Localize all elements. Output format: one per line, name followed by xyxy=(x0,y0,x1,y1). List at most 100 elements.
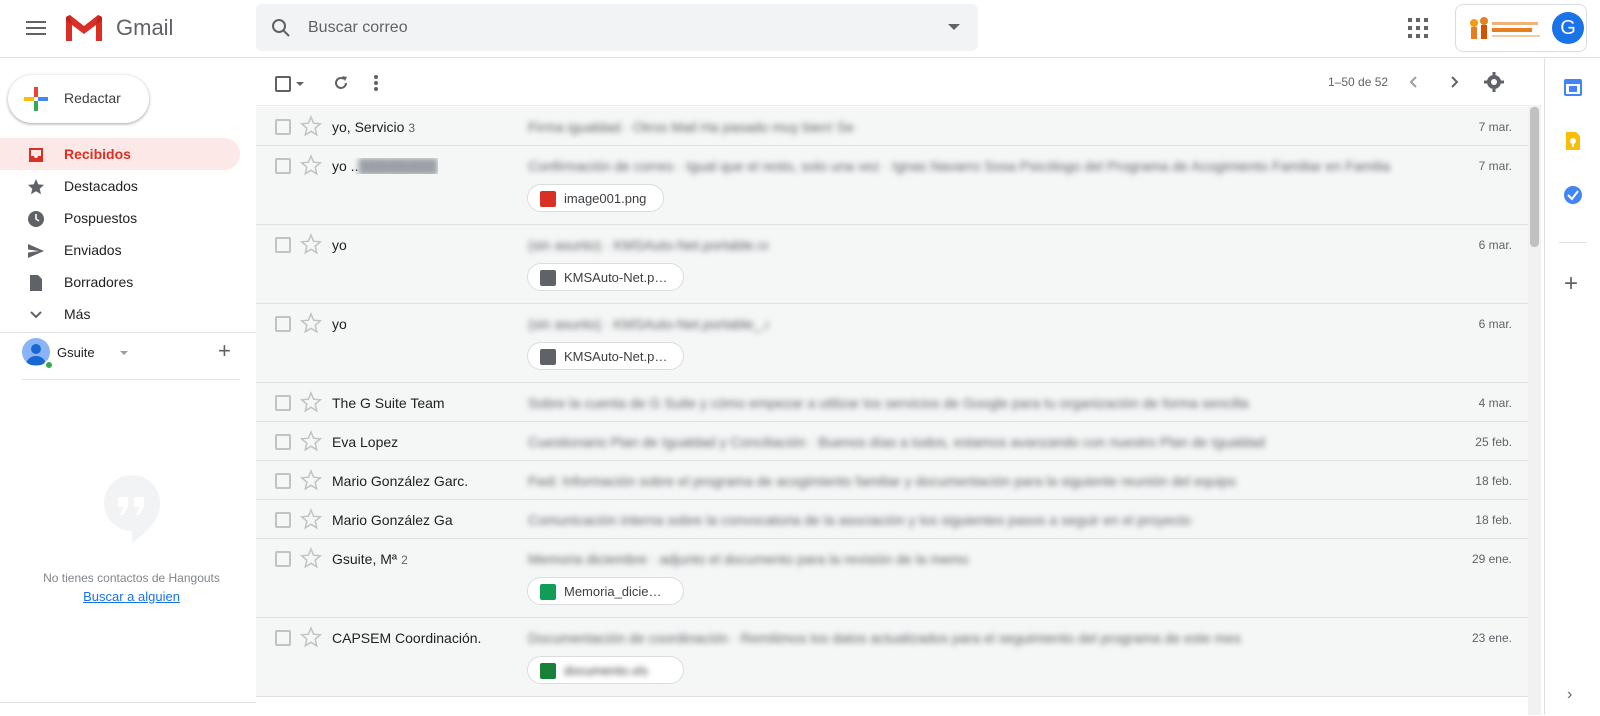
email-list: yo, Servicio 3 Firma igualdad · Otros Mai… xyxy=(256,107,1528,697)
google-apps-icon[interactable] xyxy=(1408,18,1428,38)
account-dropdown-icon[interactable] xyxy=(120,351,128,355)
add-addon-icon[interactable]: + xyxy=(1564,270,1578,298)
sender-name: yo, Servicio xyxy=(332,119,405,135)
email-snippet: Confirmación de correo · Igual que el re… xyxy=(528,158,1391,174)
online-status-icon xyxy=(44,360,54,370)
mail-list-scrollbar[interactable] xyxy=(1528,105,1541,715)
sender-name: yo .. xyxy=(332,158,359,174)
sidebar-item-drafts[interactable]: Borradores xyxy=(0,266,240,298)
email-checkbox[interactable] xyxy=(275,395,291,411)
email-snippet: Fwd: Información sobre el programa de ac… xyxy=(528,473,1237,489)
archive-file-icon xyxy=(540,270,556,286)
email-sender: yo ..████████ xyxy=(332,158,438,174)
email-date: 29 ene. xyxy=(1471,552,1512,566)
main-menu-button[interactable] xyxy=(20,14,52,42)
sidebar-item-label: Borradores xyxy=(64,274,134,290)
star-outline-icon[interactable] xyxy=(300,312,322,334)
user-avatar[interactable]: G xyxy=(1552,12,1584,44)
email-snippet: Memoria diciembre · adjunto el documento… xyxy=(528,551,968,567)
email-sender: yo xyxy=(332,316,347,332)
star-outline-icon[interactable] xyxy=(300,547,322,569)
sidebar-item-starred[interactable]: Destacados xyxy=(0,170,240,202)
email-row[interactable]: yo (sin asunto) · KMSAuto-Net.portable.r… xyxy=(256,225,1528,304)
email-checkbox[interactable] xyxy=(275,237,291,253)
top-bar: Gmail G xyxy=(0,0,1600,58)
hangouts-icon xyxy=(104,475,160,543)
search-bar[interactable] xyxy=(256,4,978,51)
attachment-chip[interactable]: image001.png xyxy=(527,184,664,212)
sidebar-item-label: Destacados xyxy=(64,178,138,194)
email-sender: Gsuite, Mª 2 xyxy=(332,551,408,567)
sender-name: Gsuite, Mª xyxy=(332,551,398,567)
tasks-icon[interactable] xyxy=(1562,184,1584,206)
email-checkbox[interactable] xyxy=(275,434,291,450)
email-snippet: Comunicación interna sobre la convocator… xyxy=(528,512,1192,528)
attachment-chip[interactable]: KMSAuto-Net.p… xyxy=(527,263,684,291)
compose-label: Redactar xyxy=(64,90,121,106)
scrollbar-thumb[interactable] xyxy=(1530,107,1539,247)
compose-button[interactable]: Redactar xyxy=(8,75,149,123)
email-checkbox[interactable] xyxy=(275,119,291,135)
add-contact-icon[interactable]: + xyxy=(218,338,231,364)
side-panel-divider xyxy=(1559,242,1587,243)
star-outline-icon[interactable] xyxy=(300,391,322,413)
email-checkbox[interactable] xyxy=(275,158,291,174)
select-all-checkbox[interactable] xyxy=(275,76,291,92)
email-date: 25 feb. xyxy=(1475,435,1512,449)
chevron-left-icon[interactable] xyxy=(1406,74,1422,90)
chevron-right-icon[interactable]: › xyxy=(1567,686,1572,704)
email-row[interactable]: Mario González Garc. Fwd: Información so… xyxy=(256,461,1528,500)
email-row[interactable]: Gsuite, Mª 2 Memoria diciembre · adjunto … xyxy=(256,539,1528,618)
pagination-text: 1–50 de 52 xyxy=(1328,75,1389,89)
chevron-right-icon[interactable] xyxy=(1446,74,1462,90)
gear-icon[interactable] xyxy=(1484,72,1504,92)
find-someone-link[interactable]: Buscar a alguien xyxy=(0,589,263,604)
email-row[interactable]: yo ..████████ Confirmación de correo · I… xyxy=(256,146,1528,225)
email-checkbox[interactable] xyxy=(275,630,291,646)
attachment-chip[interactable]: Memoria_dicie… xyxy=(527,577,684,605)
email-row[interactable]: Eva Lopez Cuestionario Plan de Igualdad … xyxy=(256,422,1528,461)
email-checkbox[interactable] xyxy=(275,512,291,528)
sidebar-item-label: Recibidos xyxy=(64,146,131,162)
account-switcher[interactable]: G xyxy=(1455,4,1587,52)
email-sender: The G Suite Team xyxy=(332,395,445,411)
select-options-dropdown-icon[interactable] xyxy=(296,82,304,86)
star-outline-icon[interactable] xyxy=(300,508,322,530)
email-checkbox[interactable] xyxy=(275,473,291,489)
attachment-chip[interactable]: documento.xls xyxy=(527,656,684,684)
sidebar-item-more[interactable]: Más xyxy=(0,298,240,330)
attachment-name: KMSAuto-Net.p… xyxy=(564,270,668,285)
sidebar-item-inbox[interactable]: Recibidos xyxy=(0,138,240,170)
gmail-logo-icon[interactable] xyxy=(64,13,104,43)
star-outline-icon[interactable] xyxy=(300,626,322,648)
sidebar-item-sent[interactable]: Enviados xyxy=(0,234,240,266)
star-outline-icon[interactable] xyxy=(300,115,322,137)
email-checkbox[interactable] xyxy=(275,316,291,332)
more-options-icon[interactable] xyxy=(374,74,378,92)
star-outline-icon[interactable] xyxy=(300,430,322,452)
email-row[interactable]: The G Suite Team Sobre la cuenta de G Su… xyxy=(256,383,1528,422)
attachment-name: image001.png xyxy=(564,191,647,206)
refresh-icon[interactable] xyxy=(332,74,350,92)
draft-icon xyxy=(30,275,42,291)
calendar-icon[interactable] xyxy=(1562,76,1584,98)
search-icon[interactable] xyxy=(270,17,292,39)
star-outline-icon[interactable] xyxy=(300,469,322,491)
email-checkbox[interactable] xyxy=(275,551,291,567)
star-outline-icon[interactable] xyxy=(300,154,322,176)
email-row[interactable]: CAPSEM Coordinación. Documentación de co… xyxy=(256,618,1528,697)
email-row[interactable]: Mario González Ga Comunicación interna s… xyxy=(256,500,1528,539)
attachment-name: documento.xls xyxy=(564,663,648,678)
search-input[interactable] xyxy=(308,4,908,51)
email-row[interactable]: yo (sin asunto) · KMSAuto-Net.portable_.… xyxy=(256,304,1528,383)
attachment-chip[interactable]: KMSAuto-Net.p… xyxy=(527,342,684,370)
sidebar-item-snoozed[interactable]: Pospuestos xyxy=(0,202,240,234)
keep-icon[interactable] xyxy=(1562,130,1584,152)
email-row[interactable]: yo, Servicio 3 Firma igualdad · Otros Mai… xyxy=(256,107,1528,146)
search-options-dropdown-icon[interactable] xyxy=(948,24,960,30)
star-outline-icon[interactable] xyxy=(300,233,322,255)
email-sender: CAPSEM Coordinación. xyxy=(332,630,481,646)
hangouts-account-row[interactable]: Gsuite + xyxy=(22,334,244,370)
sidebar-divider xyxy=(0,332,256,333)
email-sender: yo xyxy=(332,237,347,253)
